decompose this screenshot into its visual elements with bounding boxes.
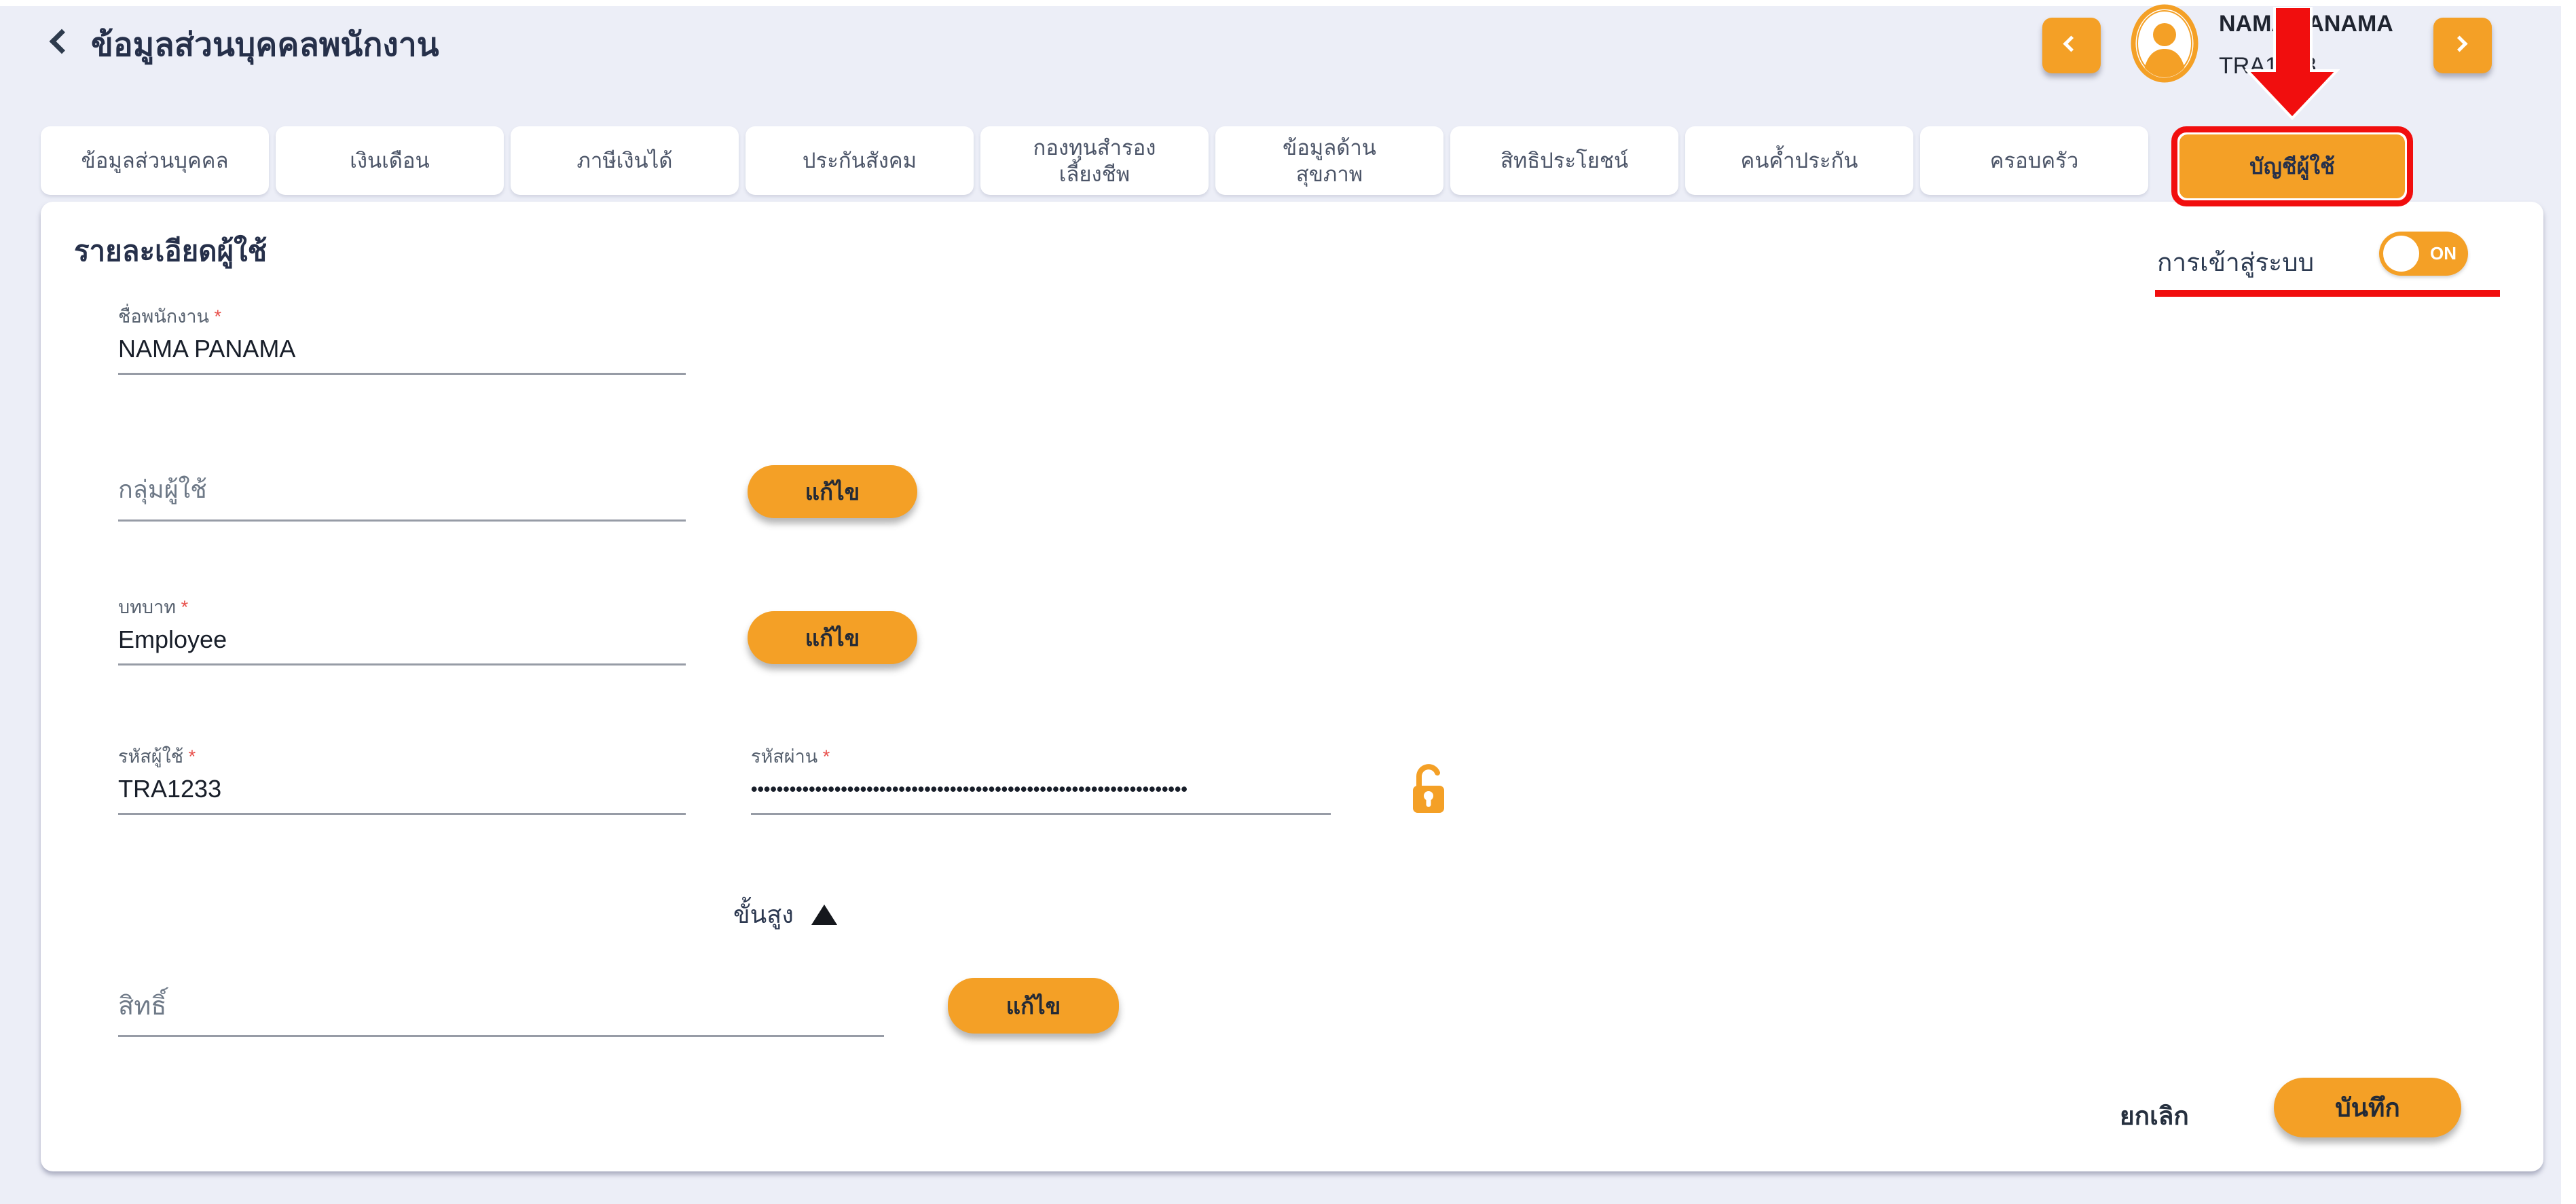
field-label: บทบาท * [118, 596, 686, 619]
tab-family[interactable]: ครอบครัว [1920, 126, 2148, 195]
user-account-panel: รายละเอียดผู้ใช้ การเข้าสู่ระบบ ON ชื่อพ… [41, 202, 2543, 1171]
triangle-up-icon [811, 905, 837, 925]
masked-password-value: ••••••••••••••••••••••••••••••••••••••••… [751, 773, 1331, 813]
tab-personal-info[interactable]: ข้อมูลส่วนบุคคล [41, 126, 269, 195]
chevron-left-icon [2063, 35, 2079, 52]
next-employee-button[interactable] [2433, 18, 2492, 73]
previous-employee-button[interactable] [2042, 18, 2101, 73]
user-code-field[interactable]: รหัสผู้ใช้ * TRA1233 [118, 745, 686, 815]
edit-permission-button[interactable]: แก้ไข [948, 978, 1119, 1034]
employee-profile-screen: ข้อมูลส่วนบุคคลพนักงาน NAMA PANAMA TRA12… [0, 0, 2576, 1204]
tab-benefits[interactable]: สิทธิประโยชน์ [1450, 126, 1678, 195]
tab-social-security[interactable]: ประกันสังคม [746, 126, 974, 195]
avatar [2131, 4, 2198, 83]
advanced-label: ขั้นสูง [733, 895, 794, 934]
permission-field[interactable]: สิทธิ์ [118, 989, 884, 1037]
annotation-highlight-box: บัญชีผู้ใช้ [2171, 126, 2413, 206]
cancel-button[interactable]: ยกเลิก [2120, 1096, 2189, 1136]
required-asterisk: * [181, 597, 189, 617]
login-access-toggle[interactable]: ON [2379, 232, 2468, 276]
chevron-right-icon [2451, 35, 2467, 52]
tab-health-info[interactable]: ข้อมูลด้าน สุขภาพ [1215, 126, 1443, 195]
toggle-state-text: ON [2430, 243, 2457, 264]
field-placeholder: สิทธิ์ [118, 989, 884, 1035]
page-title: ข้อมูลส่วนบุคคลพนักงาน [91, 19, 439, 71]
edit-role-button[interactable]: แก้ไข [748, 611, 917, 664]
field-label: รหัสผู้ใช้ * [118, 745, 686, 768]
required-asterisk: * [189, 746, 196, 767]
tab-user-account[interactable]: บัญชีผู้ใช้ [2179, 134, 2405, 198]
unlock-password-icon[interactable] [1411, 760, 1446, 819]
required-asterisk: * [214, 306, 221, 327]
tab-salary[interactable]: เงินเดือน [276, 126, 504, 195]
field-label: รหัสผ่าน * [751, 745, 1331, 768]
employee-name-text: NAMA PANAMA [2219, 11, 2393, 37]
scrollbar-track[interactable] [2561, 0, 2576, 1204]
section-title: รายละเอียดผู้ใช้ [74, 229, 267, 274]
required-asterisk: * [823, 746, 830, 767]
tab-provident-fund[interactable]: กองทุนสำรอง เลี้ยงชีพ [980, 126, 1209, 195]
field-value: TRA1233 [118, 773, 686, 813]
employee-name-field[interactable]: ชื่อพนักงาน * NAMA PANAMA [118, 305, 686, 375]
role-field[interactable]: บทบาท * Employee [118, 596, 686, 665]
tab-income-tax[interactable]: ภาษีเงินได้ [511, 126, 739, 195]
advanced-toggle[interactable]: ขั้นสูง [733, 895, 837, 934]
save-button[interactable]: บันทึก [2274, 1078, 2461, 1137]
tab-guarantor[interactable]: คนค้ำประกัน [1685, 126, 1913, 195]
annotation-underline [2155, 290, 2500, 297]
login-access-label: การเข้าสู่ระบบ [2157, 242, 2314, 282]
password-field[interactable]: รหัสผ่าน * •••••••••••••••••••••••••••••… [751, 745, 1331, 815]
person-icon [2131, 4, 2198, 83]
edit-user-group-button[interactable]: แก้ไข [748, 465, 917, 518]
user-group-field[interactable]: กลุ่มผู้ใช้ [118, 473, 686, 522]
toggle-knob-icon [2383, 236, 2419, 272]
chevron-left-icon [50, 29, 75, 54]
employee-code-text: TRA1233 [2219, 53, 2317, 79]
back-button[interactable] [43, 24, 81, 62]
field-label: ชื่อพนักงาน * [118, 305, 686, 328]
field-value: Employee [118, 624, 686, 663]
field-placeholder: กลุ่มผู้ใช้ [118, 473, 686, 519]
field-value: NAMA PANAMA [118, 333, 686, 373]
